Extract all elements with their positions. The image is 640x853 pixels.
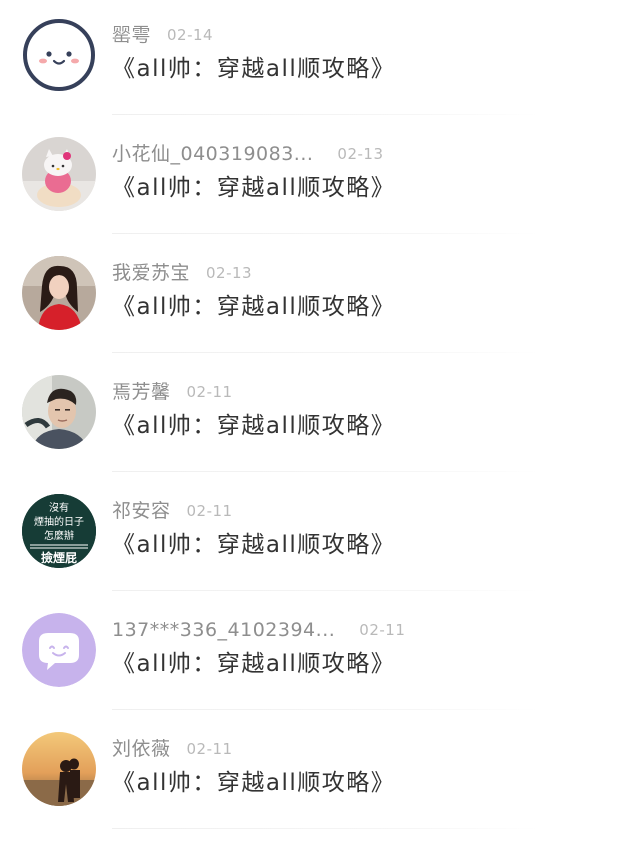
divider [112,352,540,353]
user-name[interactable]: 罂雩 [112,22,151,48]
user-name[interactable]: 刘依薇 [112,736,171,762]
comment-date: 02-11 [186,502,233,520]
divider [112,590,540,591]
chat-bubble-avatar-icon [22,613,96,687]
comment-meta: 137***336_4102394... 02-11 [112,617,405,643]
divider [112,233,540,234]
book-title[interactable]: 《all帅：穿越all顺攻略》 [112,768,395,798]
list-item[interactable]: 沒有 煙抽的日子 怎麼辦 撿煙屁 祁安容 02-11 《all帅：穿越all顺攻略… [0,476,640,596]
smiley-face-avatar-icon [23,19,95,91]
list-item[interactable]: 刘依薇 02-11 《all帅：穿越all顺攻略》 [0,714,640,834]
avatar[interactable]: 沒有 煙抽的日子 怎麼辦 撿煙屁 [22,494,96,568]
list-item[interactable]: 我爱苏宝 02-13 《all帅：穿越all顺攻略》 [0,238,640,358]
comment-meta: 祁安容 02-11 [112,498,233,524]
comment-date: 02-13 [206,264,253,282]
divider [112,709,540,710]
sunset-couple-avatar [22,732,96,806]
avatar[interactable] [22,375,96,449]
divider [112,114,540,115]
user-name[interactable]: 小花仙_040319083... [112,141,313,167]
avatar-caption-line: 沒有 [49,501,69,514]
comment-meta: 焉芳馨 02-11 [112,379,233,405]
book-title[interactable]: 《all帅：穿越all顺攻略》 [112,173,395,203]
comment-meta: 小花仙_040319083... 02-13 [112,141,384,167]
avatar[interactable] [22,18,96,92]
avatar[interactable] [22,256,96,330]
girl-red-shirt-avatar [22,256,96,330]
comment-date: 02-11 [186,383,233,401]
user-name[interactable]: 我爱苏宝 [112,260,190,286]
user-name[interactable]: 焉芳馨 [112,379,171,405]
book-title[interactable]: 《all帅：穿越all顺攻略》 [112,411,395,441]
user-name[interactable]: 137***336_4102394... [112,617,335,643]
avatar-caption-line: 煙抽的日子 [34,515,84,528]
book-title[interactable]: 《all帅：穿越all顺攻略》 [112,530,395,560]
comment-meta: 我爱苏宝 02-13 [112,260,252,286]
comment-date: 02-14 [167,26,214,44]
divider [112,471,540,472]
comment-date: 02-11 [186,740,233,758]
book-title[interactable]: 《all帅：穿越all顺攻略》 [112,649,395,679]
avatar[interactable] [22,137,96,211]
list-item[interactable]: 小花仙_040319083... 02-13 《all帅：穿越all顺攻略》 [0,119,640,239]
avatar-caption-line: 撿煙屁 [41,550,77,565]
comment-meta: 刘依薇 02-11 [112,736,233,762]
boy-selfie-avatar [22,375,96,449]
comment-meta: 罂雩 02-14 [112,22,213,48]
book-title[interactable]: 《all帅：穿越all顺攻略》 [112,292,395,322]
avatar-caption-line: 怎麼辦 [44,529,74,542]
user-name[interactable]: 祁安容 [112,498,171,524]
list-item[interactable]: 罂雩 02-14 《all帅：穿越all顺攻略》 [0,0,640,120]
divider [112,828,540,829]
book-title[interactable]: 《all帅：穿越all顺攻略》 [112,54,395,84]
hello-kitty-plush-avatar [22,137,96,211]
list-item[interactable]: 焉芳馨 02-11 《all帅：穿越all顺攻略》 [0,357,640,477]
avatar[interactable] [22,732,96,806]
text-image-avatar: 沒有 煙抽的日子 怎麼辦 撿煙屁 [22,494,96,568]
list-item[interactable]: 137***336_4102394... 02-11 《all帅：穿越all顺攻略… [0,595,640,715]
avatar[interactable] [22,613,96,687]
comment-list: 罂雩 02-14 《all帅：穿越all顺攻略》 小花仙_040319083...… [0,0,640,853]
comment-date: 02-11 [359,621,406,639]
comment-date: 02-13 [337,145,384,163]
